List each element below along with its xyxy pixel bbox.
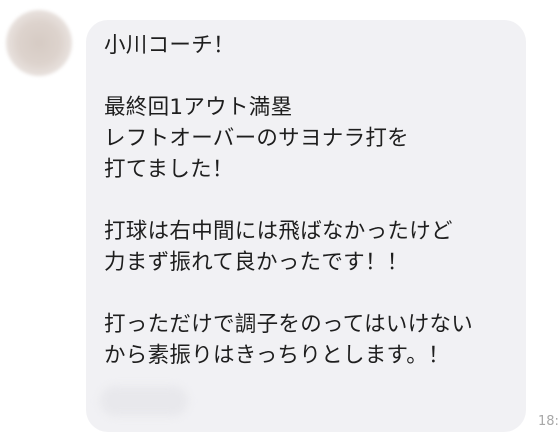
message-timestamp: 18: bbox=[538, 414, 558, 429]
message-paragraph-3: 打球は右中間には飛ばなかったけど 力まず振れて良かったです！！ bbox=[104, 216, 522, 278]
chat-screen: 小川コーチ！ 最終回1アウト満塁 レフトオーバーのサヨナラ打を 打てました！ 打… bbox=[0, 0, 558, 447]
sender-avatar[interactable] bbox=[6, 10, 72, 76]
message-paragraph-2: 最終回1アウト満塁 レフトオーバーのサヨナラ打を 打てました！ bbox=[104, 92, 522, 185]
redacted-area bbox=[100, 386, 188, 416]
message-line: 最終回1アウト満塁 bbox=[104, 95, 293, 120]
message-line: 力まず振れて良かったです！！ bbox=[104, 250, 409, 275]
message-line: 小川コーチ！ bbox=[104, 33, 235, 58]
message-line: から素振りはきっちりとします。！ bbox=[104, 343, 450, 368]
message-paragraph-4: 打っただけで調子をのってはいけない から素振りはきっちりとします。！ bbox=[104, 309, 522, 371]
message-line: 打球は右中間には飛ばなかったけど bbox=[104, 219, 453, 244]
message-paragraph-1: 小川コーチ！ bbox=[104, 30, 522, 61]
message-text: 小川コーチ！ 最終回1アウト満塁 レフトオーバーのサヨナラ打を 打てました！ 打… bbox=[104, 30, 522, 371]
message-line: 打てました！ bbox=[104, 157, 234, 182]
message-line: レフトオーバーのサヨナラ打を bbox=[104, 126, 409, 151]
message-line: 打っただけで調子をのってはいけない bbox=[104, 312, 474, 337]
